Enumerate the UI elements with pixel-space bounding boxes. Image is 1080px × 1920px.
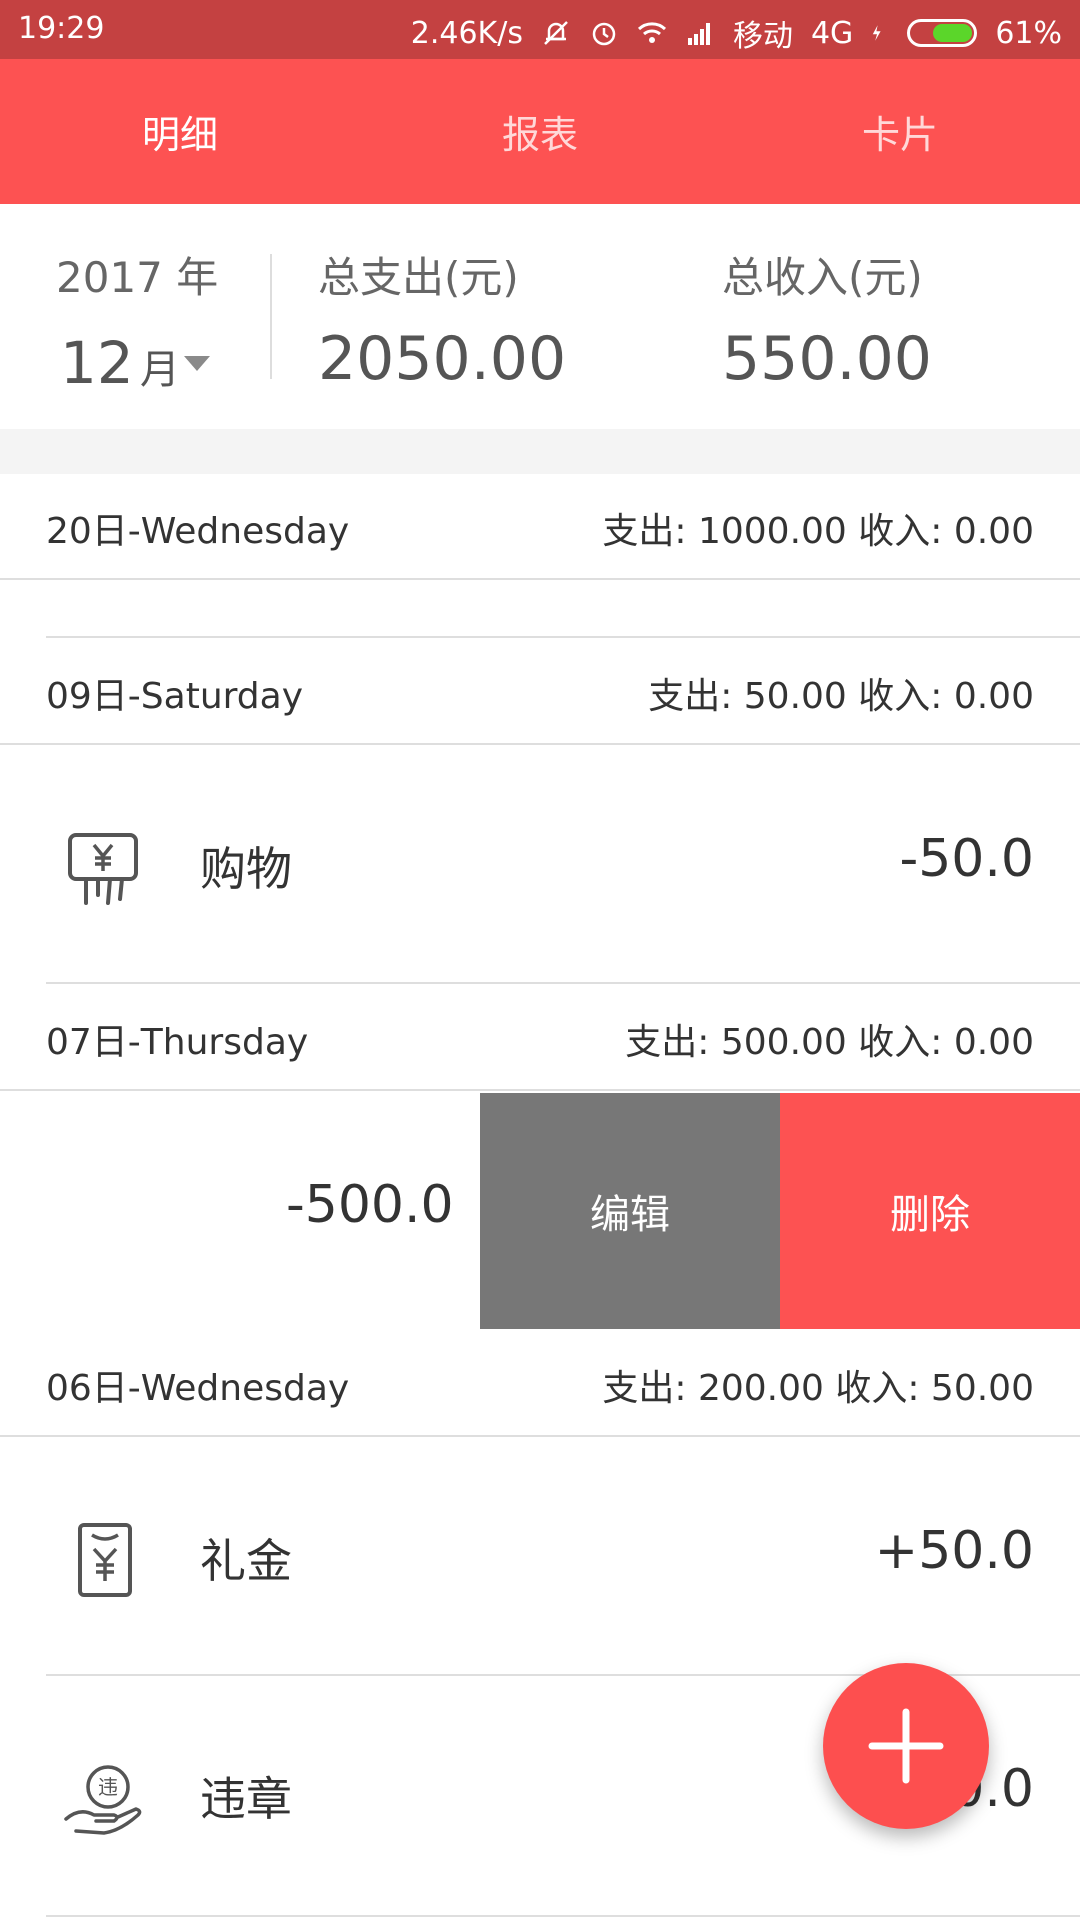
battery-icon: [907, 19, 978, 47]
violation-icon: 违: [64, 1765, 142, 1835]
add-record-button[interactable]: [823, 1663, 989, 1829]
day-date: 07日-Thursday: [46, 1022, 309, 1063]
day-header: 07日-Thursday 支出: 500.00 收入: 0.00: [0, 985, 1080, 1091]
day-header: 06日-Wednesday 支出: 200.00 收入: 50.00: [0, 1331, 1080, 1437]
day-date: 06日-Wednesday: [46, 1368, 350, 1409]
tab-reports[interactable]: 报表: [360, 59, 720, 204]
month-summary: 2017 年 12 月 总支出(元) 2050.00 总收入(元) 550.00: [0, 204, 1080, 429]
transaction-row[interactable]: 礼金 +50.0: [0, 1439, 1080, 1675]
status-indicators: 2.46K/s 移动 4G 61%: [411, 11, 1062, 55]
tab-details[interactable]: 明细: [0, 59, 360, 204]
month-unit: 月: [139, 347, 180, 393]
month-number: 12: [60, 329, 134, 397]
divider: [46, 636, 1080, 638]
signal-icon: [687, 23, 710, 45]
transaction-category: 礼金: [200, 1534, 292, 1588]
gift-money-icon: [78, 1523, 132, 1597]
network-type: 4G: [810, 15, 854, 51]
divider: [46, 1915, 1080, 1917]
day-date: 09日-Saturday: [46, 676, 304, 717]
section-spacer: [0, 429, 1080, 474]
status-bar: 19:29 2.46K/s 移动 4G 61%: [0, 0, 1080, 59]
charging-icon: [873, 25, 881, 41]
day-summary: 支出: 1000.00 收入: 0.00: [602, 511, 1034, 552]
tab-bar: 明细 报表 卡片: [0, 59, 1080, 204]
mute-bell-icon: [544, 21, 568, 45]
tab-cards[interactable]: 卡片: [720, 59, 1080, 204]
transaction-category: 违章: [200, 1772, 292, 1826]
day-header: 20日-Wednesday 支出: 1000.00 收入: 0.00: [0, 474, 1080, 580]
plus-icon: [868, 1708, 944, 1784]
day-summary: 支出: 50.00 收入: 0.00: [648, 676, 1034, 717]
day-date: 20日-Wednesday: [46, 511, 350, 552]
total-income-label: 总收入(元): [722, 253, 923, 302]
svg-text:违: 违: [98, 1775, 118, 1799]
year-label: 2017 年: [56, 253, 219, 302]
network-speed: 2.46K/s: [410, 15, 523, 51]
carrier-name: 移动: [732, 19, 793, 54]
day-header: 09日-Saturday 支出: 50.00 收入: 0.00: [0, 639, 1080, 745]
delete-button[interactable]: 删除: [780, 1093, 1080, 1329]
shopping-icon: [68, 833, 138, 905]
edit-button[interactable]: 编辑: [480, 1093, 780, 1329]
battery-fill: [933, 24, 973, 42]
alarm-icon: [592, 22, 616, 46]
total-expense-label: 总支出(元): [318, 253, 519, 302]
wifi-icon: [637, 22, 666, 43]
day-summary: 支出: 500.00 收入: 0.00: [625, 1022, 1034, 1063]
transaction-amount: -500.0: [286, 1175, 454, 1235]
transaction-amount: -50.0: [899, 829, 1034, 889]
transaction-amount: +50.0: [874, 1521, 1034, 1581]
transaction-row[interactable]: 购物 -50.0: [0, 747, 1080, 983]
total-expense-value: 2050.00: [318, 324, 567, 394]
day-summary: 支出: 200.00 收入: 50.00: [602, 1368, 1034, 1409]
summary-divider: [270, 254, 272, 379]
month-picker[interactable]: 12 月: [60, 329, 210, 397]
swiped-transaction-row[interactable]: -500.0 编辑 删除: [0, 1093, 1080, 1329]
battery-percent: 61%: [995, 15, 1062, 51]
dropdown-arrow-icon: [183, 356, 210, 371]
total-income-value: 550.00: [722, 324, 932, 394]
status-time: 19:29: [18, 11, 105, 46]
transaction-category: 购物: [200, 842, 292, 896]
divider: [46, 982, 1080, 984]
